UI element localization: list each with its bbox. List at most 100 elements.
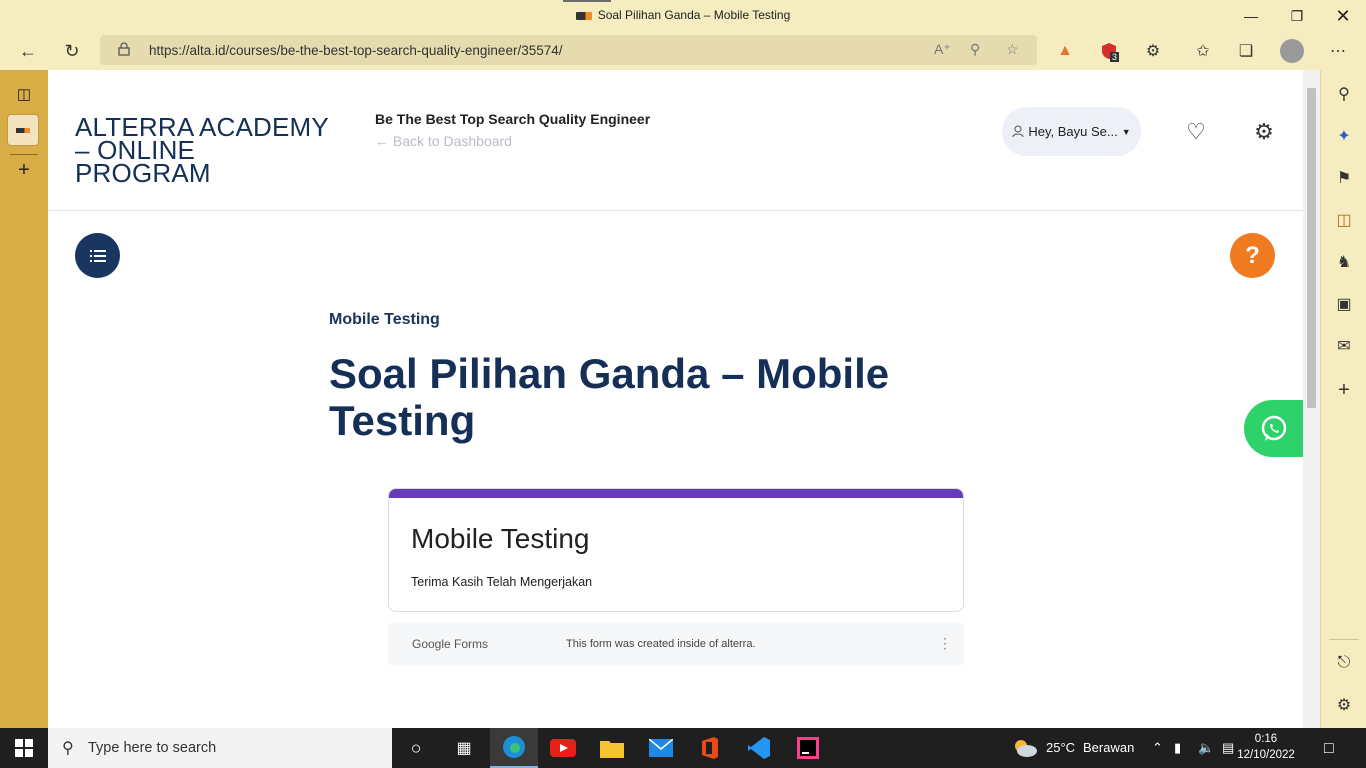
form-footer-note: This form was created inside of alterra. (566, 638, 756, 650)
network-icon[interactable]: ▤ (1222, 740, 1234, 756)
site-header: ALTERRA ACADEMY – ONLINE PROGRAM Be The … (48, 70, 1303, 211)
mail-app-icon[interactable] (637, 728, 685, 768)
extension-badge: 3 (1110, 52, 1120, 62)
google-form-card: Mobile Testing Terima Kasih Telah Menger… (388, 488, 964, 612)
sidebar-settings-icon[interactable]: ⚙ (1332, 693, 1356, 717)
caret-down-icon: ▼ (1121, 126, 1131, 137)
back-arrow-icon[interactable]: ← (12, 35, 44, 67)
scrollbar-thumb[interactable] (1307, 88, 1316, 408)
task-view-icon[interactable]: ▦ (440, 728, 488, 768)
favorites-icon[interactable]: ✩ (1192, 40, 1214, 62)
battery-icon[interactable]: ▮ (1174, 740, 1181, 756)
more-menu-icon[interactable]: ⋯ (1327, 40, 1349, 62)
hide-sidebar-icon[interactable]: ⎋ (1332, 651, 1356, 675)
form-accent-bar (389, 489, 963, 498)
browser-toolbar: ← ↻ https://alta.id/courses/be-the-best-… (0, 32, 1366, 70)
file-explorer-icon[interactable] (588, 728, 636, 768)
back-to-dashboard-link[interactable]: ← Back to Dashboard (375, 133, 512, 149)
office-icon[interactable]: ▣ (1332, 292, 1356, 316)
restore-icon[interactable]: ❐ (1274, 0, 1320, 32)
vscode-app-icon[interactable] (735, 728, 783, 768)
search-sidebar-icon[interactable]: ⚲ (1332, 82, 1356, 106)
user-menu-button[interactable]: Hey, Bayu Se... ▼ (1002, 107, 1141, 156)
url-text: https://alta.id/courses/be-the-best-top-… (149, 43, 563, 58)
weather-temperature[interactable]: 25°C (1046, 740, 1075, 755)
heart-icon[interactable]: ♡ (1182, 118, 1210, 146)
clock-time: 0:16 (1254, 733, 1278, 745)
new-tab-icon[interactable]: + (12, 158, 36, 182)
weather-description[interactable]: Berawan (1083, 740, 1134, 755)
shield-extension-icon[interactable]: 3 (1098, 40, 1120, 62)
course-title: Be The Best Top Search Quality Engineer (375, 111, 651, 127)
tab-favicon-icon (16, 128, 30, 133)
outlook-icon[interactable]: ✉ (1332, 334, 1356, 358)
search-icon: ⚲ (62, 740, 74, 757)
extensions-icon[interactable]: ⚙ (1142, 40, 1164, 62)
user-greeting: Hey, Bayu Se... (1028, 124, 1118, 139)
page-title-line-2: Testing (329, 397, 476, 444)
zoom-icon[interactable]: ⚲ (970, 41, 980, 58)
form-footer: Google Forms This form was created insid… (388, 623, 964, 665)
add-favorite-icon[interactable]: ☆ (1006, 41, 1019, 58)
weather-icon[interactable] (1010, 728, 1040, 768)
lock-icon (118, 42, 130, 56)
page-title: Soal Pilihan Ganda – Mobile Testing (329, 350, 949, 444)
browser-sidebar: ⚲ ✦ ⚑ ◫ ♞ ▣ ✉ + ⎋ ⚙ (1320, 70, 1366, 728)
list-icon (89, 249, 106, 262)
form-title: Mobile Testing (411, 523, 590, 554)
games-icon[interactable]: ♞ (1332, 250, 1356, 274)
tabs-divider (10, 154, 38, 155)
page-title-line-1: Soal Pilihan Ganda – Mobile (329, 350, 890, 397)
lesson-subtitle: Mobile Testing (329, 311, 440, 328)
back-link-label: Back to Dashboard (392, 133, 512, 149)
sidebar-divider (1329, 639, 1359, 640)
notifications-icon[interactable]: □ (1324, 740, 1334, 758)
clock-date: 12/10/2022 (1237, 749, 1295, 761)
window-title: Soal Pilihan Ganda – Mobile Testing (0, 8, 1366, 22)
search-placeholder: Type here to search (88, 740, 217, 756)
read-aloud-icon[interactable]: A⁺ (934, 41, 951, 58)
arrow-left-icon: ← (375, 133, 389, 149)
active-tab[interactable] (7, 114, 39, 146)
windows-taskbar: ⚲ Type here to search ○ ▦ 25°C Berawan ⌃… (0, 728, 1366, 768)
collections-icon[interactable]: ❏ (1235, 40, 1257, 62)
show-hidden-icons-icon[interactable]: ⌃ (1152, 740, 1163, 756)
shopping-tag-icon[interactable]: ⚑ (1332, 166, 1356, 190)
settings-gear-icon[interactable]: ⚙ (1250, 118, 1278, 146)
discover-icon[interactable]: ✦ (1332, 124, 1356, 148)
profile-avatar[interactable] (1280, 39, 1304, 63)
metamask-icon[interactable]: ▲ (1054, 40, 1076, 62)
tools-briefcase-icon[interactable]: ◫ (1332, 208, 1356, 232)
tab-actions-icon[interactable]: ◫ (12, 82, 36, 106)
web-page: ALTERRA ACADEMY – ONLINE PROGRAM Be The … (48, 70, 1303, 728)
refresh-icon[interactable]: ↻ (56, 35, 88, 67)
help-button[interactable]: ? (1230, 233, 1275, 278)
youtube-app-icon[interactable] (539, 728, 587, 768)
whatsapp-icon (1261, 415, 1286, 441)
taskbar-search-box[interactable]: ⚲ Type here to search (48, 728, 392, 768)
site-logo[interactable]: ALTERRA ACADEMY – ONLINE PROGRAM (75, 114, 365, 188)
system-clock[interactable]: 0:16 12/10/2022 (1236, 731, 1296, 763)
user-icon (1012, 125, 1024, 138)
cortana-icon[interactable]: ○ (392, 728, 440, 768)
window-title-text: Soal Pilihan Ganda – Mobile Testing (597, 8, 791, 22)
form-confirmation-message: Terima Kasih Telah Mengerjakan (411, 575, 593, 589)
google-forms-logo[interactable]: Google Forms (412, 637, 488, 651)
logo-line-3: PROGRAM (75, 158, 211, 188)
minimize-icon[interactable]: — (1228, 0, 1274, 32)
course-outline-button[interactable] (75, 233, 120, 278)
site-favicon-icon (575, 11, 592, 20)
office-app-icon[interactable] (686, 728, 734, 768)
volume-muted-icon[interactable]: 🔈 (1198, 740, 1214, 756)
vertical-tabs-bar: ◫ + (0, 70, 48, 728)
edge-app-icon[interactable] (490, 728, 538, 768)
windows-start-icon[interactable] (0, 728, 48, 768)
tab-indicator (563, 0, 611, 2)
whatsapp-button[interactable] (1244, 400, 1303, 457)
more-options-icon[interactable]: ⋮ (938, 635, 952, 652)
close-icon[interactable]: ✕ (1320, 0, 1366, 32)
add-sidebar-app-icon[interactable]: + (1332, 378, 1356, 402)
address-bar[interactable]: https://alta.id/courses/be-the-best-top-… (100, 35, 1037, 65)
intellij-app-icon[interactable] (784, 728, 832, 768)
page-scrollbar[interactable] (1303, 70, 1320, 728)
